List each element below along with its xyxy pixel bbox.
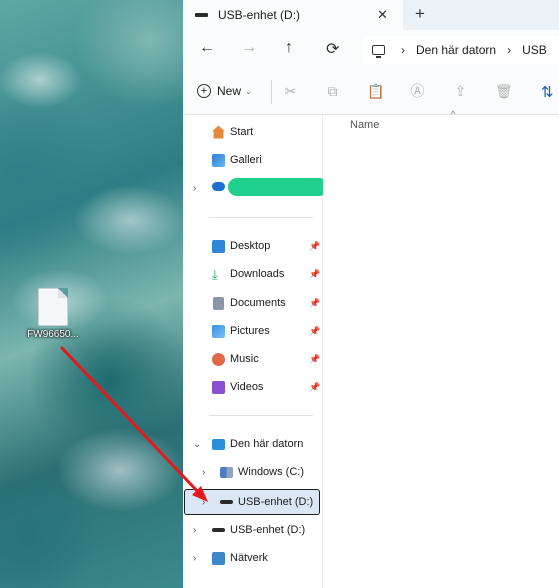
sidebar-item-label: Nätverk — [230, 552, 268, 564]
documents-icon — [213, 296, 224, 310]
file-explorer-window: USB-enhet (D:) ✕ + ← → ↑ ⟳ › Den här dat… — [183, 0, 559, 588]
tab-title: USB-enhet (D:) — [218, 8, 301, 22]
gallery-icon — [212, 153, 225, 167]
sidebar-item-label: Videos — [230, 381, 264, 393]
navigation-pane: Start Galleri › Desktop 📌 ⤓ Downloads 📌 — [183, 115, 328, 588]
computer-icon — [212, 438, 225, 450]
pictures-icon — [212, 324, 225, 338]
column-header-name[interactable]: Name — [350, 119, 379, 131]
forward-button[interactable]: → — [241, 39, 257, 57]
breadcrumb-chevron-icon: › — [507, 43, 512, 57]
chevron-right-icon[interactable]: › — [193, 183, 196, 194]
network-icon — [212, 551, 225, 565]
address-bar[interactable]: › Den här datorn › USB — [363, 36, 559, 64]
sidebar-item-label: Music — [230, 353, 259, 365]
sidebar-item-gallery[interactable]: Galleri — [183, 149, 323, 171]
toolbar-divider — [271, 80, 272, 104]
sidebar-item-videos[interactable]: Videos 📌 — [183, 376, 323, 398]
up-button[interactable]: ↑ — [285, 39, 293, 57]
sidebar-item-documents[interactable]: Documents 📌 — [183, 292, 323, 314]
chevron-down-icon: ⌄ — [245, 86, 252, 96]
sort-button[interactable]: ⇅ — [541, 83, 554, 101]
pin-icon[interactable]: 📌 — [309, 298, 320, 309]
command-bar: + New ⌄ ✂ ⧉ 📋 Ⓐ ⇪ 🗑 ⇅ — [183, 70, 559, 115]
sidebar-item-pictures[interactable]: Pictures 📌 — [183, 320, 323, 342]
usb-drive-icon — [220, 500, 233, 504]
sidebar-item-label: USB-enhet (D:) — [230, 524, 306, 536]
sidebar-item-downloads[interactable]: ⤓ Downloads 📌 — [183, 263, 323, 285]
back-button[interactable]: ← — [199, 39, 215, 57]
breadcrumb-chevron-icon: › — [401, 43, 405, 57]
usb-drive-icon — [212, 528, 225, 532]
sidebar-item-label: Pictures — [230, 325, 270, 337]
home-icon — [212, 125, 225, 139]
chevron-right-icon[interactable]: › — [193, 553, 196, 564]
desktop-wallpaper: FW96650... — [0, 0, 183, 588]
new-tab-button[interactable]: + — [415, 4, 425, 24]
plus-icon: + — [197, 84, 211, 98]
sidebar-item-label: Documents — [230, 297, 286, 309]
onedrive-icon — [212, 182, 225, 191]
copy-icon[interactable]: ⧉ — [325, 84, 340, 99]
sidebar-divider — [209, 217, 313, 218]
sidebar-item-label: Galleri — [230, 154, 262, 166]
sidebar-item-windows-c[interactable]: › Windows (C:) — [183, 461, 323, 483]
close-tab-icon[interactable]: ✕ — [377, 7, 388, 23]
new-label: New — [217, 84, 242, 98]
drive-icon — [195, 13, 208, 17]
breadcrumb-this-pc[interactable]: Den här datorn — [416, 43, 496, 57]
desktop-file-icon[interactable]: FW96650... — [22, 288, 84, 340]
chevron-right-icon[interactable]: › — [202, 467, 205, 478]
sidebar-item-label: Windows (C:) — [238, 466, 305, 478]
navigation-bar: ← → ↑ ⟳ › Den här datorn › USB — [183, 30, 559, 70]
sidebar-divider — [209, 415, 313, 416]
redacted-account-name — [228, 178, 328, 196]
desktop-icon — [212, 239, 225, 253]
sidebar-item-network[interactable]: › Nätverk — [183, 547, 323, 569]
tab-bar: USB-enhet (D:) ✕ + — [183, 0, 559, 30]
download-icon: ⤓ — [212, 266, 218, 282]
sidebar-item-usb-d-nested[interactable]: › USB-enhet (D:) — [183, 491, 323, 513]
sidebar-item-this-pc[interactable]: ⌄ Den här datorn — [183, 433, 323, 455]
paste-icon[interactable]: 📋 — [367, 84, 384, 99]
sidebar-item-label: Den här datorn — [230, 438, 304, 450]
chevron-right-icon[interactable]: › — [193, 525, 196, 536]
sidebar-item-usb-d[interactable]: › USB-enhet (D:) — [183, 519, 323, 541]
cut-icon[interactable]: ✂ — [283, 84, 298, 99]
pin-icon[interactable]: 📌 — [309, 269, 320, 280]
pin-icon[interactable]: 📌 — [309, 354, 320, 365]
sidebar-item-desktop[interactable]: Desktop 📌 — [183, 235, 323, 257]
new-button[interactable]: + New ⌄ — [197, 84, 252, 98]
file-icon — [38, 288, 68, 326]
pin-icon[interactable]: 📌 — [309, 326, 320, 337]
file-list[interactable]: ^ Name — [323, 109, 559, 588]
pin-icon[interactable]: 📌 — [309, 241, 320, 252]
tab-usb-drive[interactable]: USB-enhet (D:) ✕ — [183, 0, 403, 30]
sidebar-item-label: Start — [230, 126, 254, 138]
chevron-down-icon[interactable]: ⌄ — [193, 439, 201, 450]
sidebar-item-label: USB-enhet (D:) — [238, 496, 314, 508]
refresh-button[interactable]: ⟳ — [326, 39, 339, 59]
pin-icon[interactable]: 📌 — [309, 382, 320, 393]
sidebar-item-label: Desktop — [230, 240, 271, 252]
share-icon[interactable]: ⇪ — [453, 84, 468, 99]
sidebar-item-start[interactable]: Start — [183, 121, 323, 143]
rename-icon[interactable]: Ⓐ — [410, 84, 425, 99]
windows-drive-icon — [220, 466, 233, 478]
computer-icon — [372, 45, 385, 58]
videos-icon — [212, 380, 225, 394]
breadcrumb-usb[interactable]: USB — [522, 43, 547, 57]
sidebar-item-music[interactable]: Music 📌 — [183, 348, 323, 370]
delete-icon[interactable]: 🗑 — [495, 84, 513, 99]
music-icon — [212, 352, 225, 366]
sidebar-item-label: Downloads — [230, 268, 285, 280]
sort-caret-icon: ^ — [451, 109, 456, 119]
chevron-right-icon[interactable]: › — [202, 497, 205, 508]
desktop-file-label: FW96650... — [27, 329, 79, 340]
